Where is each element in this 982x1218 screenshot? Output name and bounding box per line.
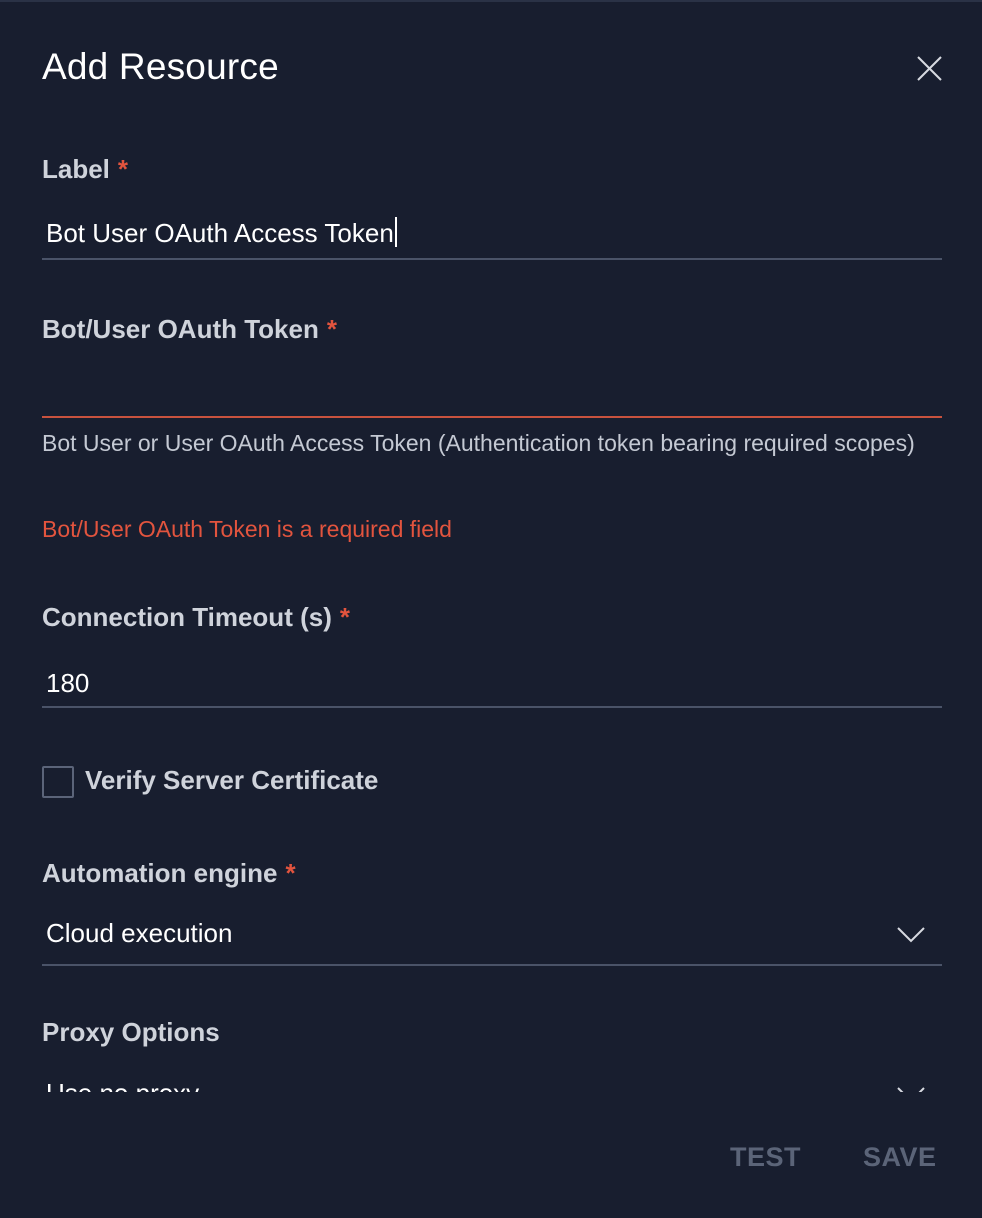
engine-field-label: Automation engine * xyxy=(42,858,296,888)
required-marker: * xyxy=(285,858,296,888)
chevron-down-icon xyxy=(897,1087,925,1092)
proxy-field-label: Proxy Options xyxy=(42,1017,220,1047)
token-input[interactable] xyxy=(42,370,942,418)
timeout-input[interactable] xyxy=(42,660,942,708)
close-button[interactable] xyxy=(912,52,946,86)
required-marker: * xyxy=(339,602,350,632)
verify-cert-label[interactable]: Verify Server Certificate xyxy=(85,765,378,796)
test-button[interactable]: TEST xyxy=(730,1142,801,1173)
close-icon xyxy=(917,56,942,81)
label-input-value: Bot User OAuth Access Token xyxy=(46,218,394,248)
add-resource-dialog: Add Resource Label * Bot User OAuth Acces… xyxy=(0,0,982,1218)
token-field-label: Bot/User OAuth Token * xyxy=(42,314,337,344)
token-help-text: Bot User or User OAuth Access Token (Aut… xyxy=(42,430,915,456)
dialog-title: Add Resource xyxy=(42,46,279,87)
label-input[interactable]: Bot User OAuth Access Token xyxy=(42,212,942,260)
text-caret xyxy=(394,217,397,247)
required-marker: * xyxy=(326,314,337,344)
required-marker: * xyxy=(117,154,129,184)
engine-select[interactable]: Cloud execution xyxy=(42,914,942,966)
save-button[interactable]: SAVE xyxy=(863,1142,937,1173)
proxy-select[interactable]: Use no proxy xyxy=(42,1074,942,1092)
chevron-down-icon xyxy=(897,927,925,943)
label-field-label: Label * xyxy=(42,154,129,184)
verify-cert-checkbox[interactable] xyxy=(42,766,74,798)
dialog-footer: TEST SAVE xyxy=(0,1092,982,1218)
proxy-select-clip: Use no proxy xyxy=(0,1062,982,1092)
token-error-message: Bot/User OAuth Token is a required field xyxy=(42,516,452,542)
timeout-field-label: Connection Timeout (s) * xyxy=(42,602,350,632)
engine-select-value: Cloud execution xyxy=(46,918,233,948)
proxy-select-value: Use no proxy xyxy=(46,1078,199,1092)
